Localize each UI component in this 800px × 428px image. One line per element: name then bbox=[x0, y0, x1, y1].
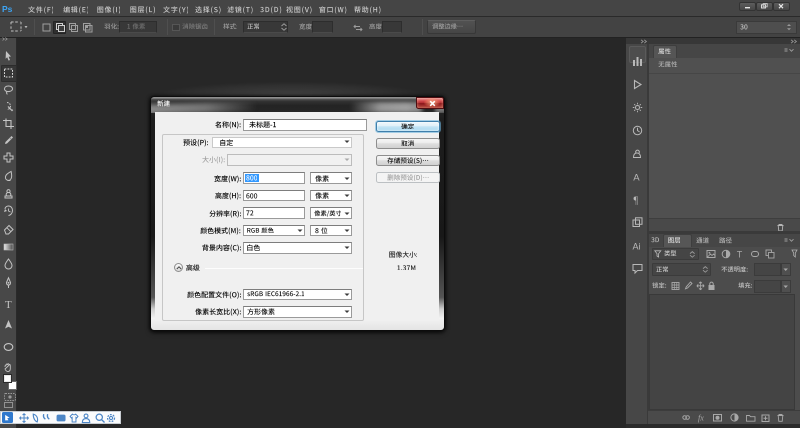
svg-text:T: T bbox=[737, 249, 743, 259]
svg-text:T: T bbox=[5, 299, 12, 311]
svg-text:Ps: Ps bbox=[2, 4, 13, 14]
svg-text:Ai: Ai bbox=[632, 241, 640, 251]
svg-text:¶: ¶ bbox=[633, 195, 638, 206]
svg-text:fx: fx bbox=[698, 414, 704, 423]
svg-text:A: A bbox=[633, 172, 640, 183]
